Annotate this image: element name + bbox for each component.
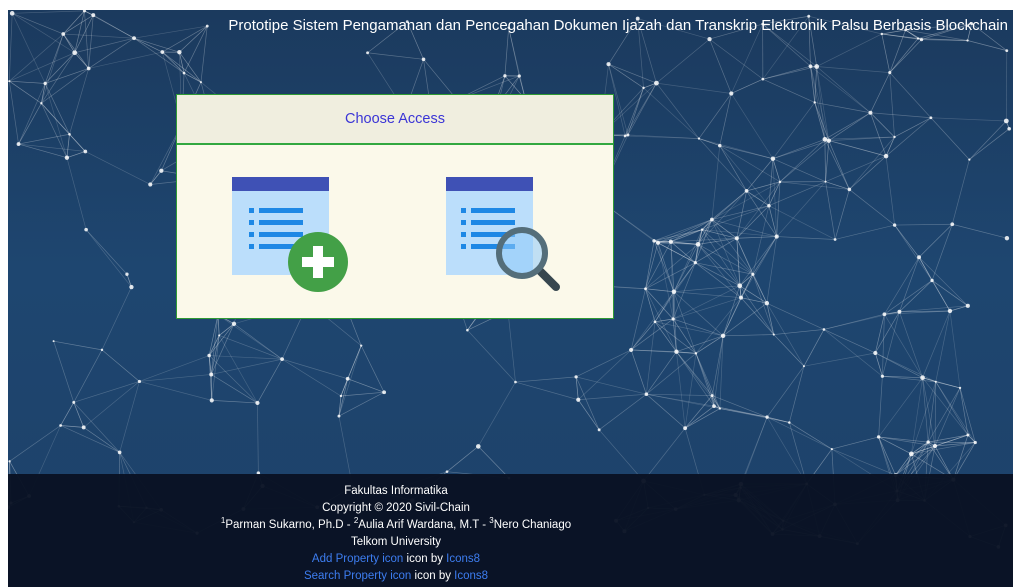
credit-text: icon by bbox=[411, 570, 455, 582]
authors-line: 1Parman Sukarno, Ph.D - 2Aulia Arif Ward… bbox=[8, 517, 784, 534]
search-property-button[interactable] bbox=[443, 175, 573, 295]
footer-text: Fakultas Informatika Copyright © 2020 Si… bbox=[8, 483, 784, 585]
panel-title: Choose Access bbox=[345, 111, 445, 127]
footer: Fakultas Informatika Copyright © 2020 Si… bbox=[8, 474, 1013, 587]
background-network: Prototipe Sistem Pengamanan dan Pencegah… bbox=[8, 10, 1013, 587]
access-panel: Choose Access bbox=[176, 94, 614, 319]
search-property-icon bbox=[446, 177, 560, 291]
add-property-button[interactable] bbox=[229, 175, 359, 295]
author-1-name: Parman Sukarno, Ph.D - bbox=[225, 519, 354, 531]
university-name: Telkom University bbox=[350, 536, 442, 548]
icons8-link[interactable]: Icons8 bbox=[454, 570, 488, 582]
faculty-name: Fakultas Informatika bbox=[344, 485, 448, 497]
credit-line-search: Search Property icon icon by Icons8 bbox=[8, 568, 784, 585]
page-title: Prototipe Sistem Pengamanan dan Pencegah… bbox=[228, 17, 1008, 34]
icons8-link[interactable]: Icons8 bbox=[446, 553, 480, 565]
credit-text: icon by bbox=[403, 553, 447, 565]
credit-line-add: Add Property icon icon by Icons8 bbox=[8, 551, 784, 568]
author-2-name: Aulia Arif Wardana, M.T - bbox=[358, 519, 490, 531]
panel-header: Choose Access bbox=[177, 95, 613, 145]
copyright-text: Copyright © 2020 Sivil-Chain bbox=[322, 502, 470, 514]
add-property-icon-link[interactable]: Add Property icon bbox=[312, 553, 403, 565]
add-property-icon bbox=[232, 177, 348, 292]
search-property-icon-link[interactable]: Search Property icon bbox=[304, 570, 411, 582]
author-3-name: Nero Chaniago bbox=[493, 519, 572, 531]
